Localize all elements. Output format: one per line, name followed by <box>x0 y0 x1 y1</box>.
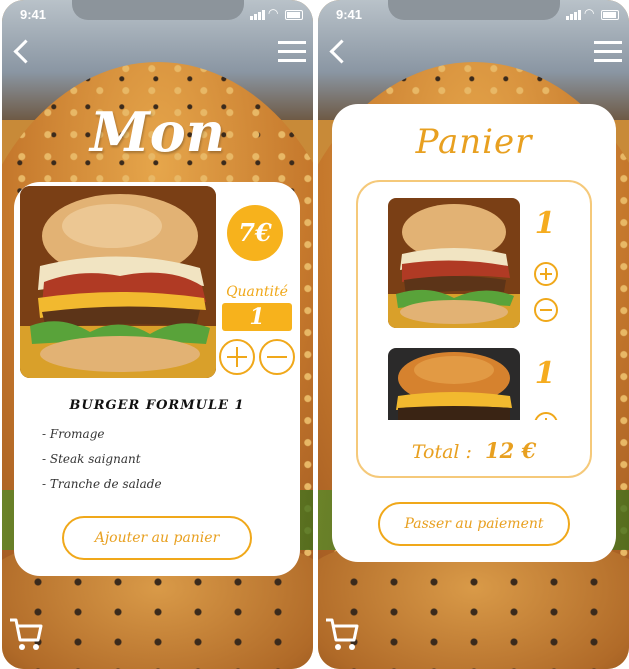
wifi-icon: ◠ <box>584 6 595 20</box>
burger-illustration <box>20 186 216 378</box>
cart-item-quantity: 1 <box>534 356 556 391</box>
cart-item-increase-button[interactable] <box>534 412 558 420</box>
ingredient-item: - Steak saignant <box>42 452 141 466</box>
ingredient-item: - Tranche de salade <box>42 477 162 491</box>
total-label: Total : <box>411 441 472 463</box>
signal-icon <box>566 10 582 20</box>
hamburger-menu-icon[interactable] <box>278 41 306 63</box>
page-title: Mon <box>89 100 226 164</box>
cart-item-clip: 1 <box>358 342 590 420</box>
wifi-icon: ◠ <box>268 6 279 20</box>
cart-item-decrease-button[interactable] <box>534 298 558 322</box>
status-time: 9:41 <box>336 7 363 22</box>
checkout-button[interactable]: Passer au paiement <box>378 502 570 546</box>
cart-item-increase-button[interactable] <box>534 262 558 286</box>
decrease-quantity-button[interactable] <box>259 339 295 375</box>
back-arrow-icon[interactable] <box>12 36 34 66</box>
notch <box>72 0 244 20</box>
back-arrow-icon[interactable] <box>328 36 350 66</box>
status-bar: 9:41 ◠ <box>2 0 313 30</box>
cart-item-photo <box>388 348 520 420</box>
cart-total: Total : 12 € <box>358 438 590 463</box>
battery-icon <box>601 10 619 20</box>
add-to-cart-button[interactable]: Ajouter au panier <box>62 516 252 560</box>
hamburger-menu-icon[interactable] <box>594 41 622 63</box>
total-value: 12 € <box>485 438 537 463</box>
product-card: 7€ Quantité 1 BURGER FORMULE 1 - Fromage… <box>14 182 300 576</box>
ingredient-item: - Fromage <box>42 427 105 441</box>
product-screen: 9:41 ◠ Mon 7€ Quantité 1 BURGER FORMULE … <box>2 0 313 669</box>
cart-card: Panier 1 1 Total: 12 € Passer au paieme… <box>332 104 616 562</box>
battery-icon <box>285 10 303 20</box>
cart-items-list: 1 1 Total : 12 € <box>356 180 592 478</box>
cart-screen: 9:41 ◠ Panier 1 1 Total: 12 € Passer au… <box>318 0 629 669</box>
notch <box>388 0 560 20</box>
cart-item-photo <box>388 198 520 328</box>
status-time: 9:41 <box>20 7 47 22</box>
quantity-label: Quantité <box>226 284 288 300</box>
price-badge: 7€ <box>227 205 283 261</box>
ingredients-list: - Fromage - Steak saignant - Tranche de … <box>42 427 162 502</box>
quantity-value: 1 <box>222 303 292 331</box>
increase-quantity-button[interactable] <box>219 339 255 375</box>
burger-photo <box>20 186 216 378</box>
shopping-cart-icon[interactable] <box>8 614 44 654</box>
signal-icon <box>250 10 266 20</box>
cart-title: Panier <box>415 122 533 162</box>
shopping-cart-icon[interactable] <box>324 614 360 654</box>
status-bar: 9:41 ◠ <box>318 0 629 30</box>
cart-item-quantity: 1 <box>534 206 556 241</box>
product-name: BURGER FORMULE 1 <box>69 398 245 413</box>
